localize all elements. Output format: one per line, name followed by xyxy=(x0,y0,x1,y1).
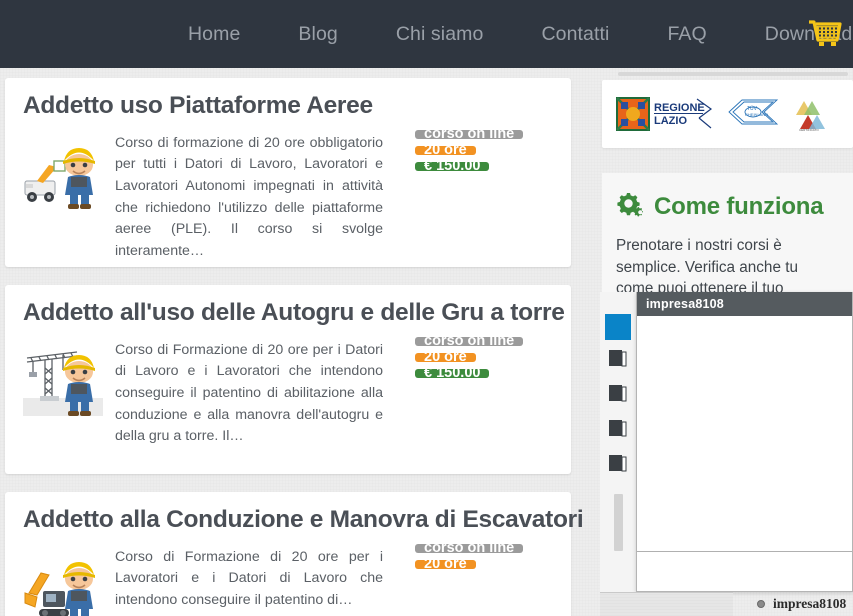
svg-text:RHEINLAND: RHEINLAND xyxy=(745,112,768,117)
course-description: Corso di Formazione di 20 ore per i Dato… xyxy=(115,341,383,445)
badge-mode: corso on line xyxy=(415,541,524,555)
badge-mode: corso on line xyxy=(415,127,524,141)
book-icon[interactable] xyxy=(605,349,631,375)
svg-text:TÜV: TÜV xyxy=(747,105,758,112)
regione-lazio-logo: REGIONE LAZIO xyxy=(616,97,715,131)
course-title: Addetto alla Conduzione e Manovra di Esc… xyxy=(23,506,584,533)
overlay-window-content[interactable] xyxy=(637,316,852,552)
taskbar-item-label: impresa8108 xyxy=(773,596,847,611)
book-icon[interactable] xyxy=(605,384,631,410)
course-description: Corso di Formazione di 20 ore per i Lavo… xyxy=(115,548,383,609)
app-left-rail xyxy=(600,292,637,592)
overlay-window-titlebar[interactable]: impresa8108 xyxy=(637,292,852,316)
svg-text:CERTIFICATO: CERTIFICATO xyxy=(799,128,819,131)
come-funziona-header: Come funziona xyxy=(616,191,839,223)
course-badges: corso on line 20 ore xyxy=(415,541,545,576)
gears-icon xyxy=(616,191,646,223)
top-navigation-bar: Home Blog Chi siamo Contatti FAQ Downloa… xyxy=(0,0,853,68)
nav-item-blog[interactable]: Blog xyxy=(298,23,337,46)
course-description: Corso di formazione di 20 ore obbligator… xyxy=(115,134,383,259)
nav-item-contatti[interactable]: Contatti xyxy=(541,23,609,46)
badge-hours: 20 ore xyxy=(415,557,476,571)
book-icon[interactable] xyxy=(605,419,631,445)
aerial-platform-worker-icon xyxy=(23,137,103,209)
tuv-rheinland-logo: TÜV RHEINLAND xyxy=(725,95,781,134)
course-badges: corso on line 20 ore € 150.00 xyxy=(415,127,545,178)
nav-item-chi-siamo[interactable]: Chi siamo xyxy=(396,23,484,46)
course-title: Addetto all'uso delle Autogru e delle Gr… xyxy=(23,299,565,326)
nav-item-faq[interactable]: FAQ xyxy=(667,23,706,46)
course-card[interactable]: Addetto uso Piattaforme Aeree Corso di f… xyxy=(5,78,571,267)
course-card[interactable]: Addetto alla Conduzione e Manovra di Esc… xyxy=(5,492,584,616)
shopping-cart-icon[interactable] xyxy=(806,16,844,52)
vertical-scrollbar[interactable] xyxy=(613,494,623,551)
iso-9001-logo: CERTIFICATO ISO 9001 xyxy=(791,97,847,131)
overlay-window-footer xyxy=(637,552,852,590)
badge-mode: corso on line xyxy=(415,334,524,348)
page-root: Home Blog Chi siamo Contatti FAQ Downloa… xyxy=(0,0,853,616)
tower-crane-worker-icon xyxy=(23,344,103,416)
badge-price: € 150.00 xyxy=(415,366,490,380)
badge-hours: 20 ore xyxy=(415,143,476,157)
overlay-window-title: impresa8108 xyxy=(646,297,724,311)
svg-text:REGIONE: REGIONE xyxy=(654,102,705,114)
rail-item-active[interactable] xyxy=(605,314,631,340)
svg-text:LAZIO: LAZIO xyxy=(654,115,687,127)
course-card[interactable]: Addetto all'uso delle Autogru e delle Gr… xyxy=(5,285,571,474)
course-badges: corso on line 20 ore € 150.00 xyxy=(415,334,545,385)
course-title: Addetto uso Piattaforme Aeree xyxy=(23,92,373,119)
nav-item-home[interactable]: Home xyxy=(188,23,240,46)
certifications-box: REGIONE LAZIO TÜV RHEINLAND CERTIFICATO xyxy=(602,80,853,148)
badge-hours: 20 ore xyxy=(415,350,476,364)
book-icon[interactable] xyxy=(605,454,631,480)
excavator-worker-icon xyxy=(23,551,103,616)
taskbar-strip xyxy=(600,592,733,616)
course-list: Addetto uso Piattaforme Aeree Corso di f… xyxy=(5,78,584,616)
nav-links: Home Blog Chi siamo Contatti FAQ Downloa… xyxy=(188,23,852,46)
taskbar-item[interactable]: impresa8108 xyxy=(757,596,846,612)
overlay-window[interactable]: impresa8108 xyxy=(636,292,853,592)
come-funziona-title: Come funziona xyxy=(654,193,824,220)
badge-price: € 150.00 xyxy=(415,159,490,173)
status-dot-icon xyxy=(757,600,765,608)
